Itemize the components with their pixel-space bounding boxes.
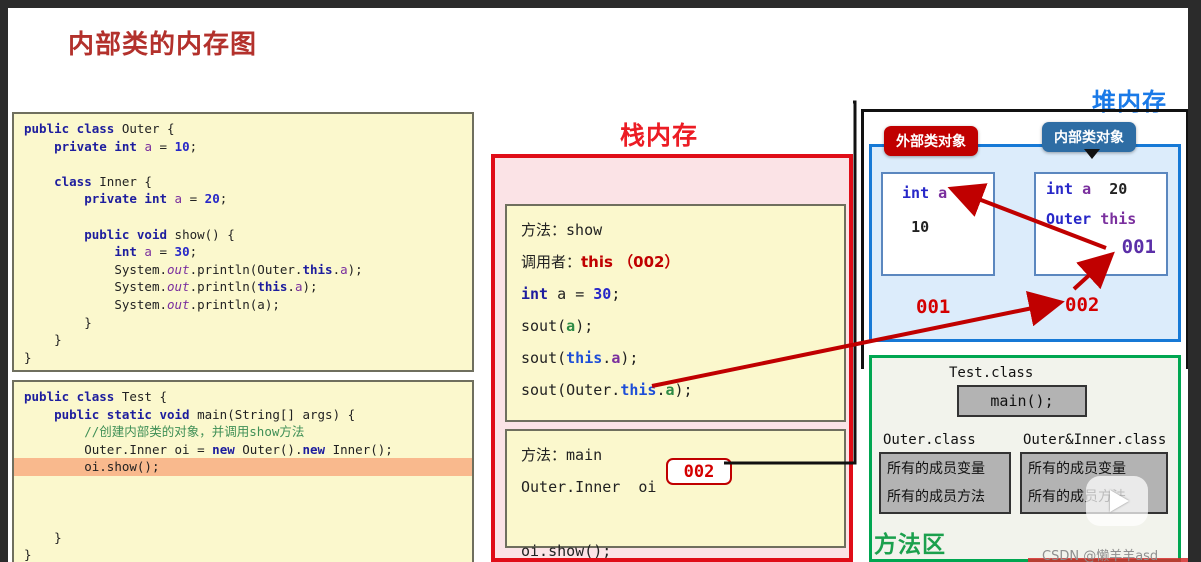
class-member-fields: 所有的成员变量 (887, 461, 985, 477)
class-members-outer: 所有的成员变量 所有的成员方法 (879, 452, 1011, 514)
badge-outer-class-object: 外部类对象 (884, 126, 978, 156)
watermark: CSDN @懒羊羊asd (1042, 549, 1159, 562)
chrome-bar-right (1188, 0, 1201, 562)
badge-inner-class-object: 内部类对象 (1042, 122, 1136, 152)
method-area-title: 方法区 (874, 532, 946, 558)
badge-pointer-icon (1084, 149, 1100, 159)
chrome-bar-top (0, 0, 1201, 8)
class-member-main: main(); (990, 392, 1054, 410)
heap-outer-object: int a 10 (881, 172, 995, 276)
play-icon[interactable] (1086, 476, 1148, 526)
class-label-outer: Outer.class (883, 432, 976, 448)
code-block-test: public class Test { public static void m… (12, 380, 474, 562)
highlighted-code-line: oi.show(); (14, 458, 472, 476)
slide-canvas: 内部类的内存图 public class Outer { private int… (8, 8, 1196, 562)
heap-address-002: 002 (1065, 294, 1100, 316)
main-oi-address-chip: 002 (666, 458, 732, 485)
heap-inner-object: int a 20 Outer this 001 (1034, 172, 1168, 276)
class-members-test: main(); (957, 385, 1087, 417)
stack-frame-show: 方法：show 调用者：this （002） int a = 30; sout(… (505, 204, 846, 422)
play-triangle-icon (1109, 490, 1129, 512)
screenshot-root: 内部类的内存图 public class Outer { private int… (0, 0, 1201, 562)
stack-memory-title: 栈内存 (620, 121, 699, 150)
chrome-bar-left (0, 0, 8, 562)
heap-address-001: 001 (916, 296, 951, 318)
class-member-methods: 所有的成员方法 (887, 489, 985, 505)
stack-frame-main: 方法：main Outer.Inner oi oi.show(); (505, 429, 846, 560)
class-label-test: Test.class (949, 365, 1034, 381)
page-title: 内部类的内存图 (68, 30, 258, 60)
class-label-outer-inner: Outer&Inner.class (1023, 432, 1167, 448)
code-block-outer: public class Outer { private int a = 10;… (12, 112, 474, 372)
